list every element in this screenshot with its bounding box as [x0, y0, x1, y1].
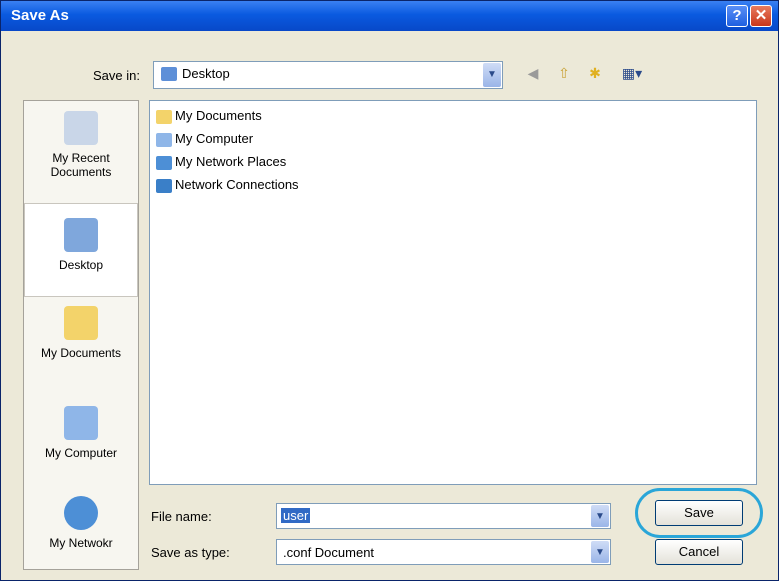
chevron-down-icon[interactable]: ▼: [591, 505, 609, 527]
place-label: Desktop: [58, 258, 104, 272]
back-icon[interactable]: ◀: [521, 61, 545, 85]
up-folder-icon[interactable]: ⇧: [552, 61, 576, 85]
place-label: My Computer: [44, 446, 118, 460]
file-name: My Network Places: [175, 154, 287, 169]
new-folder-icon[interactable]: ✱: [583, 61, 607, 85]
place-my-documents[interactable]: My Documents: [24, 306, 138, 391]
recent-documents-icon: [64, 111, 98, 145]
file-name-label: File name:: [151, 509, 212, 524]
chevron-down-icon[interactable]: ▼: [591, 541, 609, 563]
network-places-icon: [156, 155, 172, 170]
save-as-type-label: Save as type:: [151, 545, 230, 560]
file-name: My Computer: [175, 131, 254, 146]
save-as-type-value: .conf Document: [283, 545, 375, 560]
file-item-my-documents[interactable]: My Documents: [156, 106, 262, 126]
computer-icon: [156, 132, 172, 147]
places-bar: My Recent Documents Desktop My Documents…: [23, 100, 139, 570]
file-name: Network Connections: [175, 177, 299, 192]
my-computer-icon: [64, 406, 98, 440]
file-name-input[interactable]: user ▼: [276, 503, 611, 529]
save-highlight-ring: [635, 488, 763, 538]
place-my-recent-documents[interactable]: My Recent Documents: [24, 111, 138, 201]
save-as-dialog: Save As ? ✕ Save in: Desktop ▼ ◀ ⇧ ✱ ▦▾ …: [0, 0, 779, 581]
save-as-type-dropdown[interactable]: .conf Document ▼: [276, 539, 611, 565]
file-item-network-connections[interactable]: Network Connections: [156, 175, 299, 195]
close-button[interactable]: ✕: [750, 5, 772, 27]
file-name: My Documents: [175, 108, 262, 123]
file-item-my-computer[interactable]: My Computer: [156, 129, 253, 149]
file-list[interactable]: My Documents My Computer My Network Plac…: [149, 100, 757, 485]
chevron-down-icon[interactable]: ▼: [483, 63, 501, 87]
my-network-icon: [64, 496, 98, 530]
desktop-folder-icon: [161, 67, 177, 81]
place-label: My Documents: [40, 346, 122, 360]
place-my-computer[interactable]: My Computer: [24, 406, 138, 491]
folder-icon: [156, 109, 172, 124]
desktop-icon: [64, 218, 98, 252]
save-in-dropdown[interactable]: Desktop ▼: [153, 61, 503, 89]
my-documents-icon: [64, 306, 98, 340]
save-in-value: Desktop: [182, 66, 230, 81]
cancel-button[interactable]: Cancel: [655, 539, 743, 565]
title-bar[interactable]: Save As ? ✕: [1, 1, 778, 31]
file-item-my-network-places[interactable]: My Network Places: [156, 152, 286, 172]
network-connections-icon: [156, 178, 172, 193]
dialog-title: Save As: [11, 7, 69, 24]
place-my-network[interactable]: My Netwokr: [24, 496, 138, 566]
help-button[interactable]: ?: [726, 5, 748, 27]
file-name-value: user: [281, 508, 311, 523]
place-label: My Recent Documents: [50, 151, 112, 179]
save-in-label: Save in:: [93, 68, 140, 83]
place-label: My Netwokr: [49, 536, 113, 550]
views-menu-icon[interactable]: ▦▾: [615, 61, 649, 85]
place-desktop[interactable]: Desktop: [24, 203, 138, 297]
